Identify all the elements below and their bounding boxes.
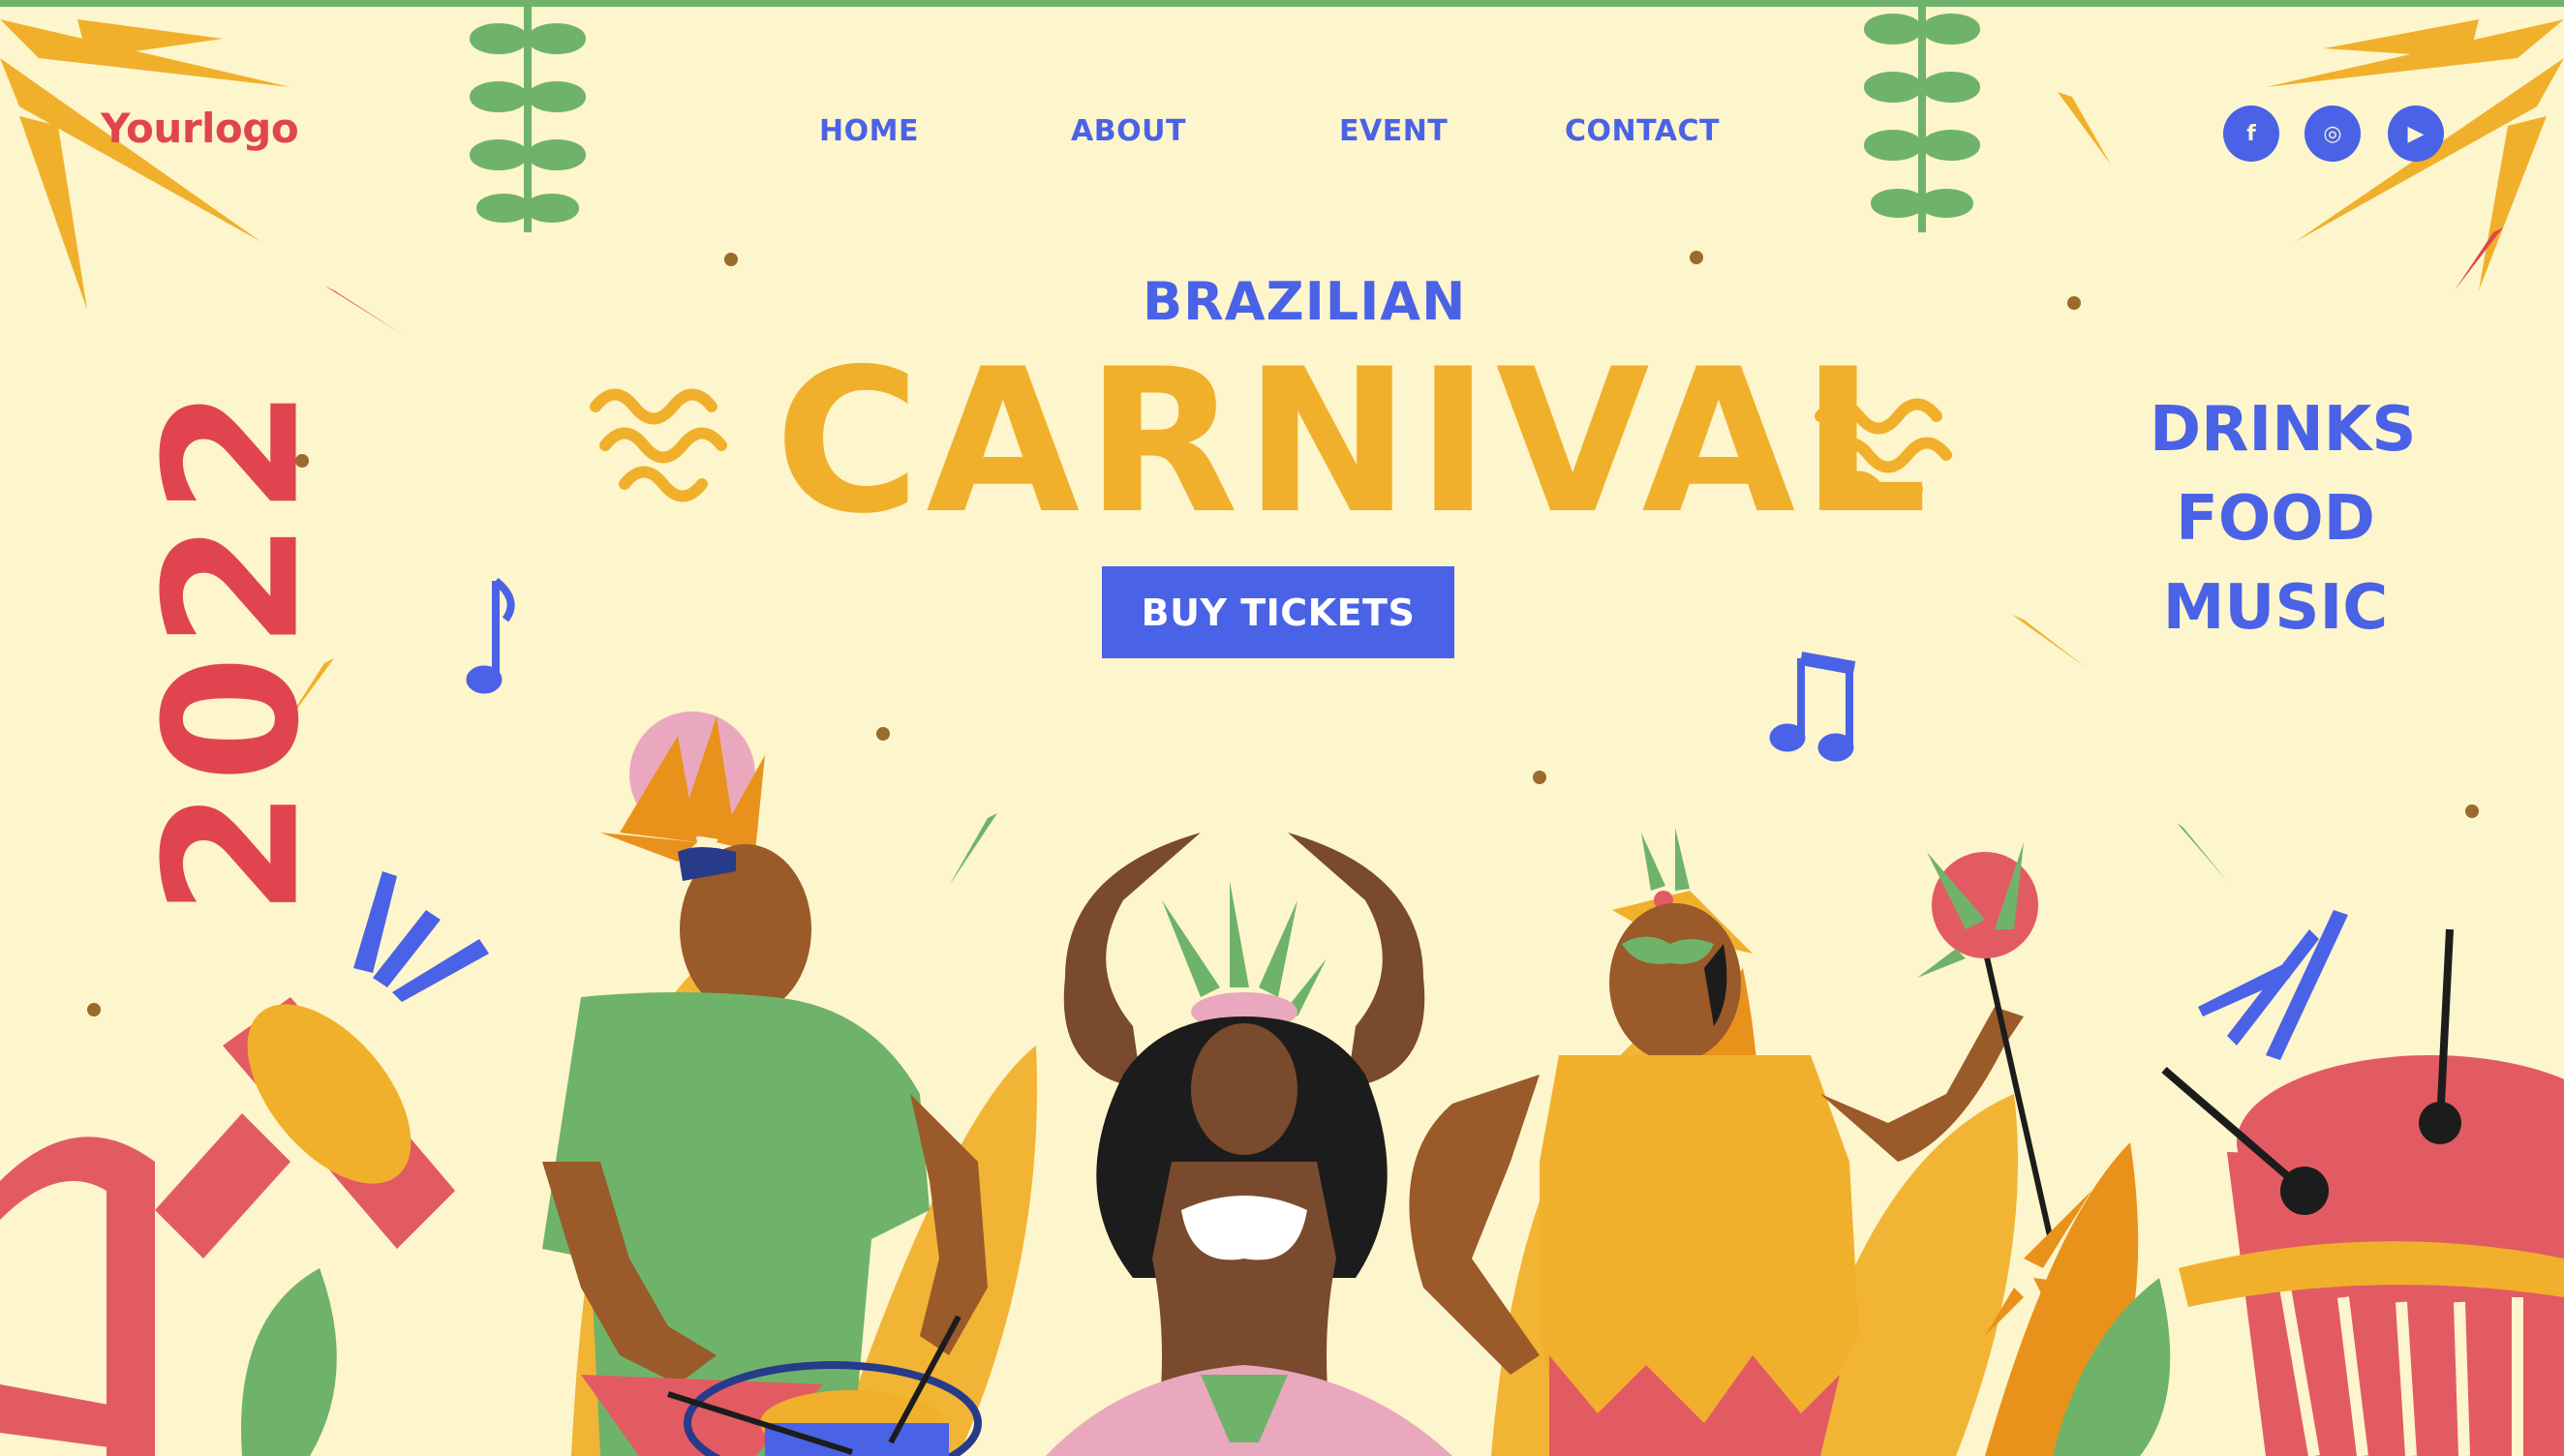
- facebook-icon[interactable]: f: [2223, 106, 2279, 162]
- burst-left: [353, 871, 489, 1002]
- wave-left: [590, 388, 727, 502]
- event-year: 2022: [125, 381, 340, 917]
- instagram-icon[interactable]: ◎: [2305, 106, 2361, 162]
- nav-event[interactable]: EVENT: [1339, 114, 1448, 148]
- burst-right: [2198, 910, 2348, 1060]
- hero-subtitle: BRAZILIAN: [1143, 271, 1467, 332]
- drum: [2161, 928, 2564, 1456]
- nav-about[interactable]: ABOUT: [1071, 114, 1186, 148]
- feature-music: MUSIC: [2162, 572, 2389, 644]
- main-nav: HOME ABOUT EVENT CONTACT: [0, 114, 2564, 163]
- features-list: DRINKS FOOD MUSIC: [2150, 385, 2417, 652]
- palm-leaves-top-left: [0, 19, 290, 310]
- nav-contact[interactable]: CONTACT: [1565, 114, 1720, 148]
- carnival-illustration: [0, 0, 2564, 1456]
- youtube-icon[interactable]: ▶: [2388, 106, 2444, 162]
- music-note-left: [466, 577, 515, 694]
- buy-tickets-button[interactable]: BUY TICKETS: [1102, 566, 1454, 658]
- feature-drinks: DRINKS: [2150, 394, 2417, 466]
- hero-title: CARNIVAL: [775, 327, 1934, 558]
- trumpet: [0, 997, 455, 1456]
- nav-home[interactable]: HOME: [819, 114, 919, 148]
- music-note-right: [1769, 652, 1856, 762]
- feature-food: FOOD: [2176, 483, 2375, 555]
- dancer-figure: [1046, 833, 1452, 1456]
